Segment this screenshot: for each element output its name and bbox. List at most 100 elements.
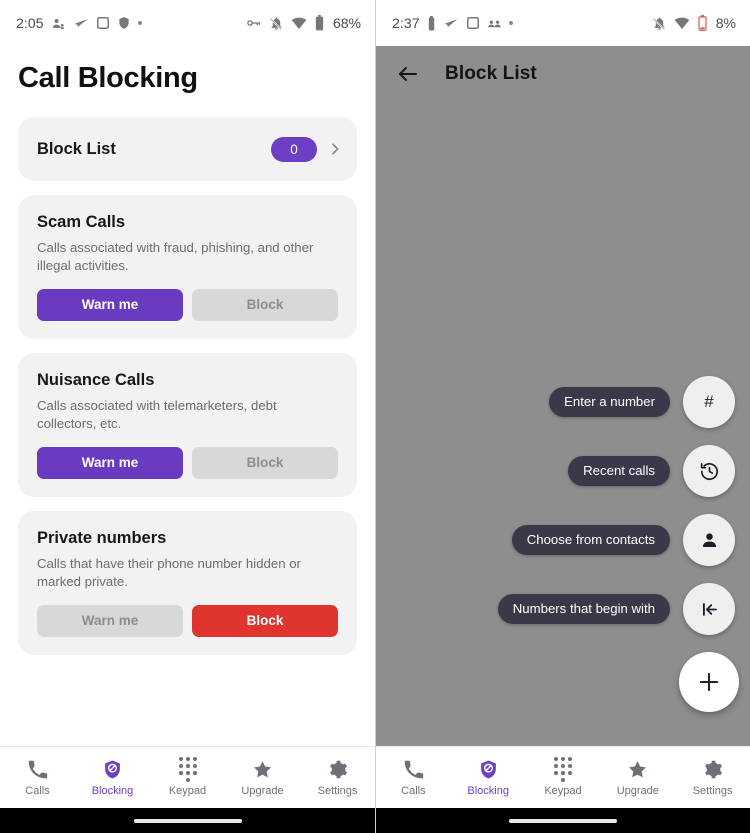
block-button[interactable]: Block [192,604,338,637]
card-description: Calls that have their phone number hidde… [37,555,301,589]
fab-action-enter-a-number[interactable]: Enter a number # [549,376,735,428]
right-main-content: Block List Enter a number # Recent calls [376,46,750,746]
nav-item-keypad[interactable]: Keypad [526,757,601,797]
vpn-key-icon [246,15,262,31]
people-icon [487,16,502,31]
block-shield-icon [477,759,499,781]
nav-label: Settings [317,784,358,797]
warn-me-button[interactable]: Warn me [37,604,183,637]
left-bottom-nav: Calls Blocking Keypad Upgrade Settings [0,746,375,808]
nav-item-upgrade[interactable]: Upgrade [600,759,675,797]
shield-icon [117,16,131,30]
nav-item-calls[interactable]: Calls [376,759,451,797]
status-time: 2:37 [392,15,420,31]
fab-action-numbers-that-begin-with[interactable]: Numbers that begin with [497,583,735,635]
gesture-pill[interactable] [509,818,617,823]
private-numbers-card: Private numbers Calls that have their ph… [18,510,357,655]
fab-action-recent-calls[interactable]: Recent calls [568,445,735,497]
nav-label: Settings [692,784,733,797]
fab-speed-dial-menu: Enter a number # Recent calls Choose fro… [497,376,739,712]
block-list-count-badge: 0 [271,136,317,162]
block-button[interactable]: Block [192,288,338,321]
app-bar: Block List [376,46,750,102]
nav-label: Blocking [467,784,509,797]
keypad-icon [552,757,574,782]
nav-item-settings[interactable]: Settings [300,759,375,797]
warn-me-button[interactable]: Warn me [37,288,183,321]
fab-label: Recent calls [568,456,670,486]
left-main-content: Call Blocking Block List 0 Scam Calls Ca… [0,46,375,746]
block-shield-icon [102,759,124,781]
nav-item-blocking[interactable]: Blocking [451,759,526,797]
person-icon[interactable] [683,514,735,566]
more-dot-icon [137,21,142,25]
chevron-right-icon [327,141,343,157]
more-dot-icon [508,21,513,25]
dual-screenshot: 2:05 68% Call Blocking Block List 0 Scam… [0,0,750,833]
first-page-icon[interactable] [683,583,735,635]
battery-percent: 68% [332,15,361,31]
wifi-warning-icon [291,15,307,31]
left-phone-screen: 2:05 68% Call Blocking Block List 0 Scam… [0,0,375,833]
nav-label: Keypad [544,784,582,797]
history-icon[interactable] [683,445,735,497]
battery-low-icon [697,15,708,31]
right-phone-screen: 2:37 8% Block List Enter a number # Rece… [375,0,750,833]
nav-label: Calls [401,784,426,797]
keypad-icon [177,757,199,782]
fab-label: Enter a number [549,387,670,417]
nav-item-keypad[interactable]: Keypad [150,757,225,797]
nav-label: Blocking [91,784,134,797]
scam-calls-card: Scam Calls Calls associated with fraud, … [18,195,357,339]
battery-percent: 8% [715,15,736,31]
card-title: Scam Calls [37,213,126,231]
block-list-row[interactable]: Block List 0 [18,117,357,181]
nav-item-blocking[interactable]: Blocking [75,759,150,797]
gear-icon [327,759,349,781]
right-status-bar: 2:37 8% [376,0,750,46]
status-right-group: 68% [246,15,361,31]
hash-icon[interactable]: # [683,376,735,428]
card-title: Nuisance Calls [37,370,155,389]
left-status-bar: 2:05 68% [0,0,375,46]
warn-me-button[interactable]: Warn me [37,446,183,479]
nav-label: Upgrade [241,784,284,797]
square-icon [96,16,110,30]
right-gesture-bar [376,808,750,833]
card-description: Calls associated with fraud, phishing, a… [37,240,314,273]
left-gesture-bar [0,808,375,833]
status-right-group: 8% [652,15,736,31]
contacts-sync-icon [51,16,66,31]
block-button[interactable]: Block [192,446,338,479]
nav-item-settings[interactable]: Settings [675,759,750,797]
battery-icon [314,15,325,31]
gear-icon [702,759,724,781]
nav-item-calls[interactable]: Calls [0,759,75,797]
nav-label: Keypad [168,784,207,797]
card-button-row: Warn me Block [37,288,338,321]
block-list-right-group: 0 [271,136,343,162]
square-icon [466,16,480,30]
status-left-group: 2:05 [16,15,142,31]
fab-main-row [679,652,739,712]
nav-item-upgrade[interactable]: Upgrade [225,759,300,797]
nav-label: Calls [25,784,50,797]
card-button-row: Warn me Block [37,604,338,637]
fab-action-choose-from-contacts[interactable]: Choose from contacts [511,514,735,566]
status-time: 2:05 [16,15,44,31]
hash-glyph: # [704,392,714,411]
card-button-row: Warn me Block [37,446,338,479]
block-list-label: Block List [37,139,116,158]
plus-icon[interactable] [679,652,739,712]
star-icon [627,759,649,781]
phone-icon [402,759,424,781]
notifications-off-icon [269,16,284,31]
notifications-off-icon [652,16,667,31]
fab-label: Choose from contacts [511,525,670,555]
gesture-pill[interactable] [133,818,242,823]
send-icon [73,15,89,31]
arrow-back-icon[interactable] [396,62,420,86]
page-title: Call Blocking [18,62,198,94]
card-title: Private numbers [37,528,167,547]
status-left-group: 2:37 [392,15,513,31]
